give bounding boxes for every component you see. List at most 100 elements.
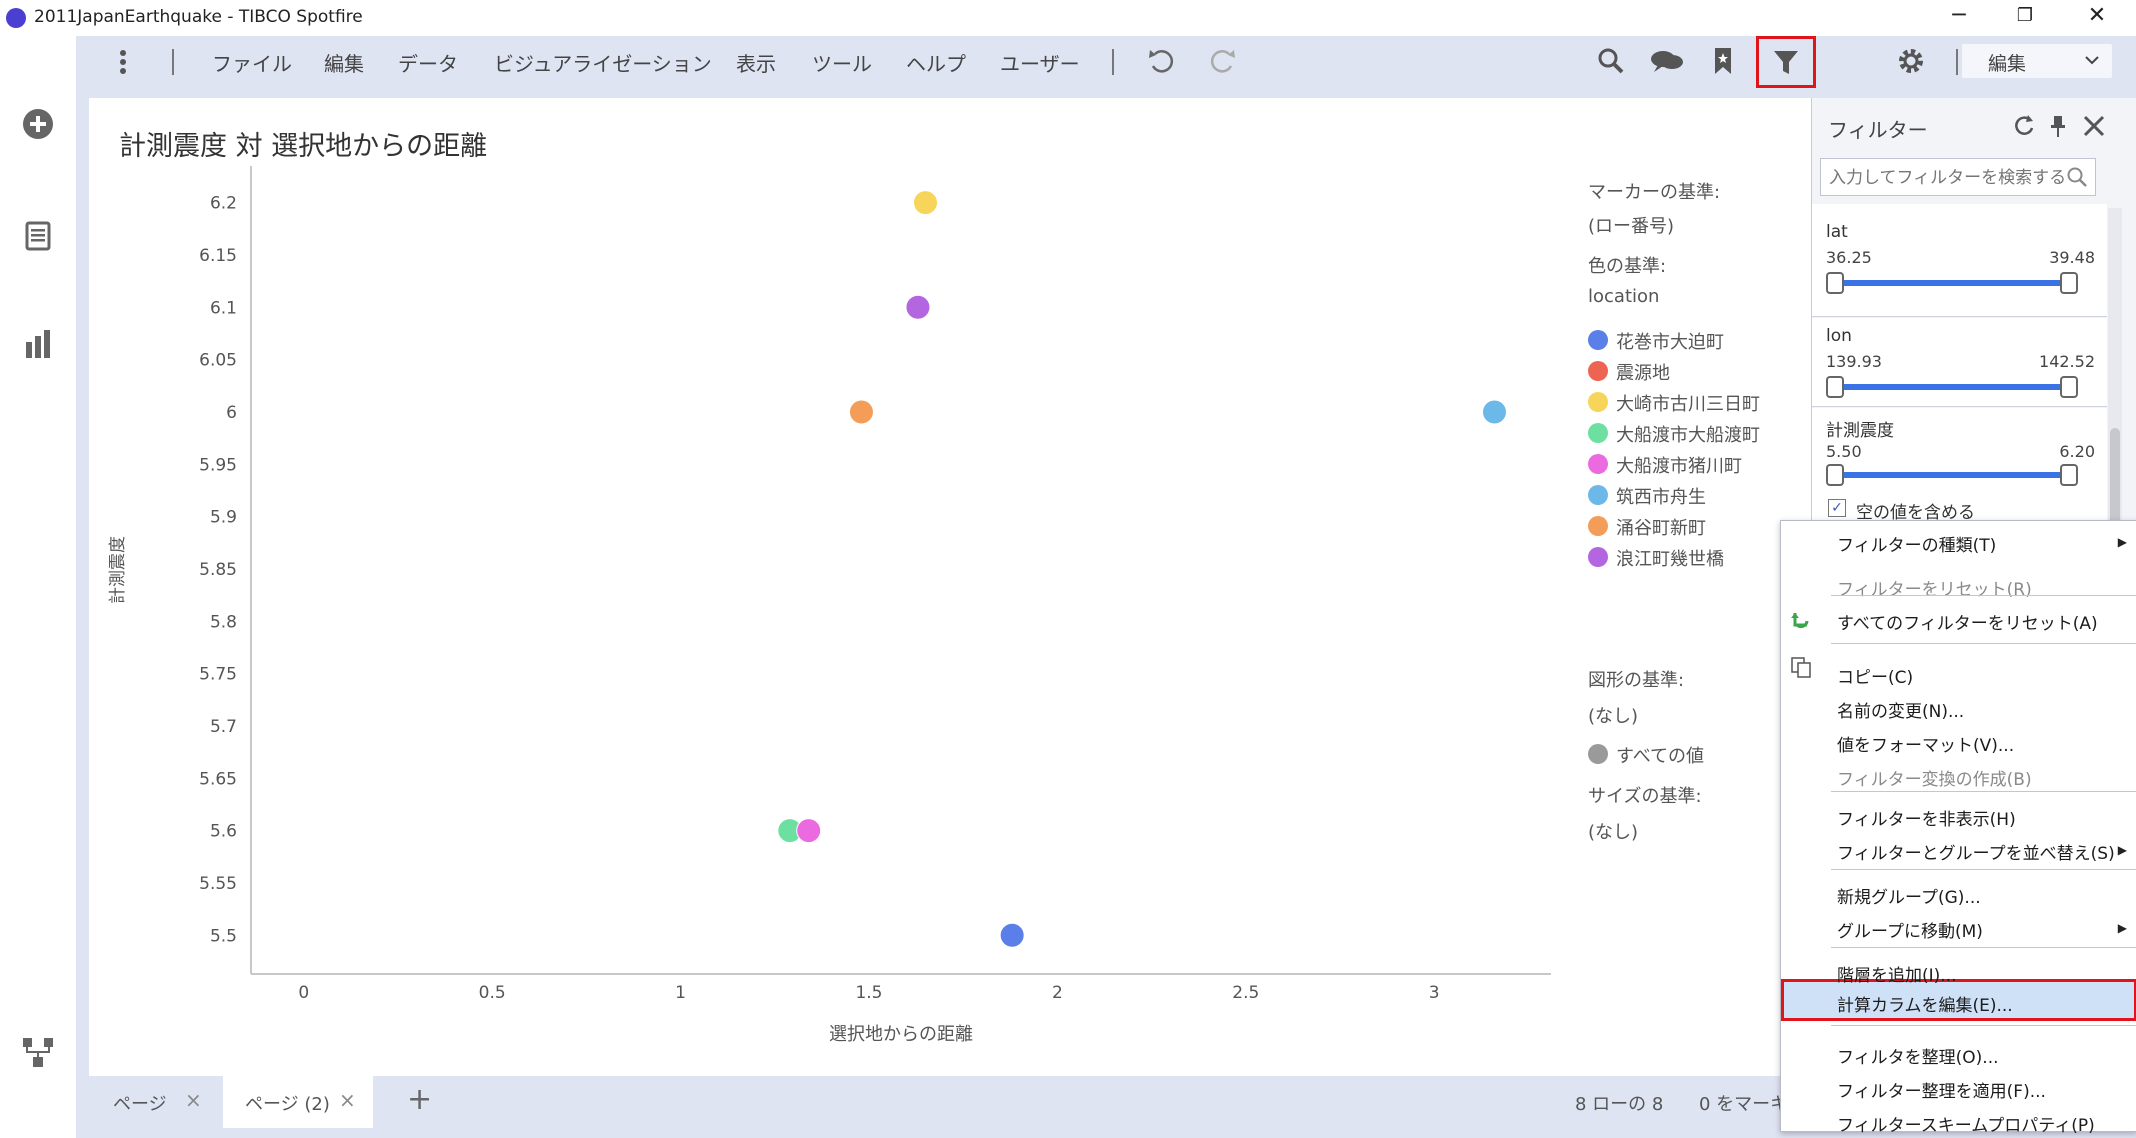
filter-search-input[interactable]	[1827, 161, 2067, 195]
add-page-button[interactable]: +	[407, 1082, 432, 1117]
legend-color-by-value[interactable]: location	[1588, 286, 1659, 307]
data-table-icon[interactable]	[22, 220, 54, 252]
data-point[interactable]	[1481, 399, 1507, 425]
maximize-button[interactable]: ❐	[1994, 0, 2056, 32]
menu-item[interactable]: コピー(C)	[1837, 663, 1913, 688]
settings-gear-icon[interactable]	[1894, 44, 1928, 78]
menu-item[interactable]: 名前の変更(N)...	[1837, 697, 1964, 722]
range-slider-max-handle[interactable]	[2060, 376, 2078, 398]
legend-shape-by-value[interactable]: (なし)	[1588, 702, 1638, 728]
menu-item[interactable]: フィルターを非表示(H)	[1837, 805, 2016, 830]
close-panel-icon[interactable]	[2080, 112, 2108, 140]
pin-icon[interactable]	[2044, 112, 2072, 140]
menu-visualization[interactable]: ビジュアライゼーション	[494, 48, 712, 77]
legend-entry-label[interactable]: 筑西市舟生	[1616, 483, 1706, 509]
data-flow-icon[interactable]	[22, 1036, 54, 1068]
filter-intensity[interactable]: 計測震度 5.50 6.20 ✓ 空の値を含める	[1812, 408, 2107, 533]
tab-page-1[interactable]: ページ ×	[89, 1076, 219, 1128]
bookmark-icon[interactable]	[1706, 44, 1740, 78]
legend-entry-label[interactable]: 涌谷町新町	[1616, 514, 1706, 540]
data-point[interactable]	[905, 294, 931, 320]
menu-item: フィルターをリセット(R)	[1837, 580, 2032, 600]
legend-entry-label[interactable]: 浪江町幾世橋	[1616, 545, 1724, 571]
x-tick-label: 0	[298, 983, 309, 1003]
range-slider-min-handle[interactable]	[1826, 464, 1844, 486]
range-slider-track[interactable]	[1834, 280, 2072, 286]
menu-separator	[1831, 1025, 2136, 1026]
page-tab-bar: ページ × ページ (2) × + 8 ローの 8 0 をマーキ	[89, 1076, 1811, 1128]
range-slider-min-handle[interactable]	[1826, 272, 1844, 294]
data-point[interactable]	[912, 190, 938, 216]
menu-item[interactable]: グループに移動(M)	[1837, 917, 1983, 942]
include-empty-checkbox[interactable]: ✓	[1828, 499, 1846, 517]
y-tick-label: 6.05	[199, 351, 237, 371]
chevron-down-icon	[2082, 50, 2102, 74]
mode-select-value: 編集	[1988, 53, 2027, 75]
minimize-button[interactable]: ─	[1928, 0, 1990, 32]
tab-close-icon[interactable]: ×	[339, 1088, 356, 1112]
menu-item[interactable]: 計算カラムを編集(E)...	[1837, 991, 2013, 1016]
y-tick-label: 5.65	[199, 769, 237, 789]
left-rail	[0, 36, 76, 1138]
menu-item[interactable]: 階層を追加(I)...	[1837, 961, 1957, 986]
menu-view[interactable]: 表示	[736, 48, 776, 77]
submenu-arrow-icon: ▶	[2117, 843, 2127, 857]
y-tick-label: 5.6	[210, 822, 237, 842]
x-tick-label: 2.5	[1232, 983, 1259, 1003]
filter-max-value: 142.52	[2039, 352, 2095, 371]
menu-edit[interactable]: 編集	[324, 48, 364, 77]
filter-lat[interactable]: lat 36.25 39.48	[1812, 204, 2107, 317]
data-point[interactable]	[999, 922, 1025, 948]
range-slider-track[interactable]	[1834, 472, 2072, 478]
filter-min-value: 36.25	[1826, 248, 1872, 267]
menu-item[interactable]: フィルタを整理(O)...	[1837, 1043, 1999, 1068]
range-slider-max-handle[interactable]	[2060, 464, 2078, 486]
filter-panel-toggle-button[interactable]	[1756, 36, 1816, 88]
bar-chart-icon[interactable]	[22, 328, 54, 360]
tab-page-2[interactable]: ページ (2) ×	[223, 1076, 373, 1128]
legend-shape-by-label: 図形の基準:	[1588, 670, 1685, 691]
redo-icon[interactable]	[1206, 44, 1240, 78]
menu-file[interactable]: ファイル	[212, 48, 292, 77]
filter-search-field[interactable]	[1820, 158, 2096, 196]
menu-item[interactable]: フィルター整理を適用(F)...	[1837, 1077, 2046, 1102]
reset-icon[interactable]	[2010, 112, 2038, 140]
menu-item[interactable]: フィルタースキームプロパティ(P)	[1837, 1111, 2095, 1136]
menu-item[interactable]: フィルターとグループを並べ替え(S)	[1837, 839, 2115, 864]
menu-item[interactable]: すべてのフィルターをリセット(A)	[1837, 609, 2098, 634]
legend-entry-label[interactable]: 震源地	[1616, 359, 1670, 385]
data-point[interactable]	[848, 399, 874, 425]
legend-entry-label[interactable]: 大崎市古川三日町	[1616, 390, 1760, 416]
menu-user[interactable]: ユーザー	[1000, 48, 1080, 77]
legend-entry-label[interactable]: 花巻市大迫町	[1616, 328, 1724, 354]
legend-entry-label[interactable]: 大船渡市大船渡町	[1616, 421, 1760, 447]
y-tick-label: 6.1	[210, 298, 237, 318]
more-menu-icon[interactable]	[106, 45, 140, 79]
range-slider-track[interactable]	[1834, 384, 2072, 390]
y-tick-label: 6	[226, 403, 237, 423]
scatter-plot[interactable]: 5.5 5.55 5.6 5.65 5.7 5.75 5.8 5.85 5.9 5.95 6 6.05…	[89, 98, 1629, 1076]
legend-entry-label[interactable]: 大船渡市猪川町	[1616, 452, 1742, 478]
add-circle-icon[interactable]	[22, 108, 54, 140]
x-axis-label: 選択地からの距離	[829, 1024, 973, 1045]
undo-icon[interactable]	[1144, 44, 1178, 78]
menu-item[interactable]: フィルターの種類(T)	[1837, 531, 1996, 556]
search-icon[interactable]	[1594, 44, 1628, 78]
menu-item[interactable]: 新規グループ(G)...	[1837, 883, 1981, 908]
range-slider-min-handle[interactable]	[1826, 376, 1844, 398]
mode-select[interactable]: 編集	[1962, 44, 2112, 78]
tab-close-icon[interactable]: ×	[185, 1088, 202, 1112]
close-window-button[interactable]: ✕	[2066, 0, 2128, 32]
legend-marker-by-value[interactable]: (ロー番号)	[1588, 212, 1674, 238]
menu-data[interactable]: データ	[398, 48, 458, 77]
data-point[interactable]	[796, 818, 822, 844]
menu-tools[interactable]: ツール	[812, 48, 872, 77]
menu-help[interactable]: ヘルプ	[906, 48, 966, 77]
filter-lon[interactable]: lon 139.93 142.52	[1812, 318, 2107, 407]
comments-icon[interactable]	[1648, 44, 1683, 78]
range-slider-max-handle[interactable]	[2060, 272, 2078, 294]
y-tick-label: 6.15	[199, 246, 237, 266]
menu-item[interactable]: 値をフォーマット(V)...	[1837, 731, 2014, 756]
menu-separator	[172, 49, 174, 75]
legend-size-by-value[interactable]: (なし)	[1588, 818, 1638, 844]
